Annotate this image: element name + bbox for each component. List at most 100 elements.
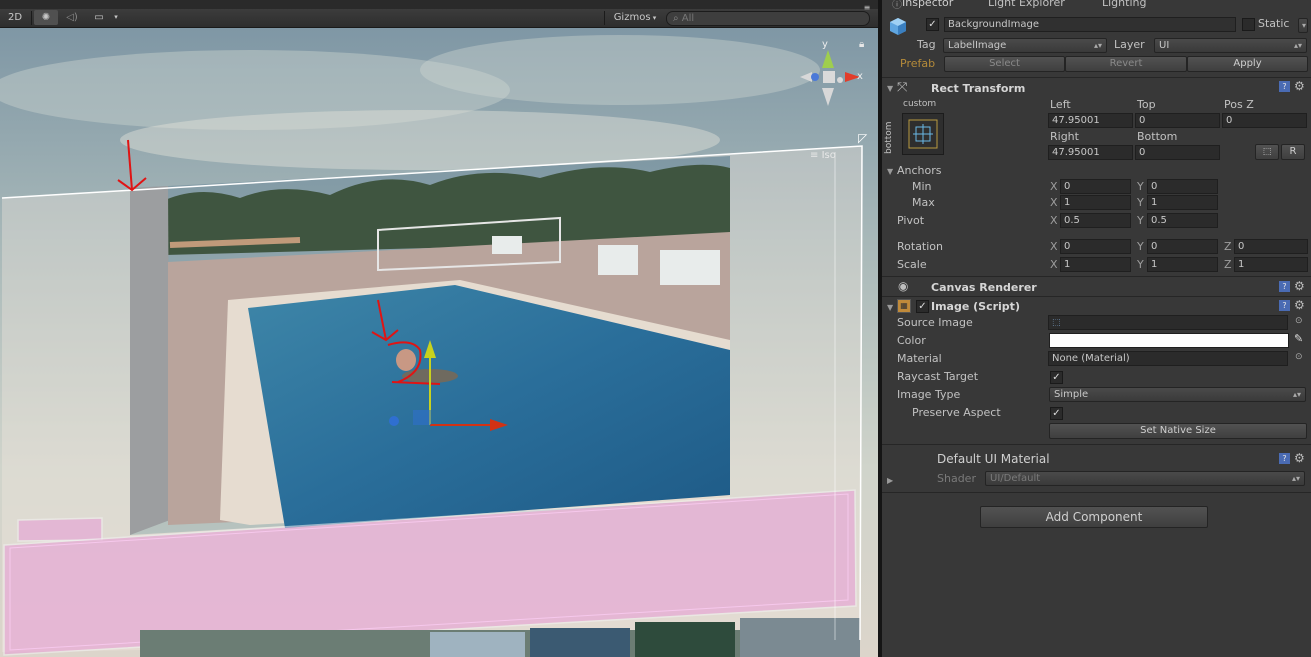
static-dropdown[interactable]: ▾ xyxy=(1298,18,1308,33)
bottom-field[interactable]: 0 xyxy=(1135,145,1220,160)
posz-field[interactable]: 0 xyxy=(1222,113,1307,128)
sprite-icon: ⬚ xyxy=(1052,318,1061,328)
eyedropper-icon[interactable]: ✎ xyxy=(1294,332,1303,345)
right-field[interactable]: 47.95001 xyxy=(1048,145,1133,160)
rotation-x-field[interactable]: 0 xyxy=(1060,239,1131,254)
anchors-label: Anchors xyxy=(897,164,942,177)
tab-inspector[interactable]: Inspector xyxy=(902,0,953,9)
anchor-preset-top-label: custom xyxy=(903,99,937,109)
prefab-apply-button[interactable]: Apply xyxy=(1187,56,1308,72)
min-y-field[interactable]: 0 xyxy=(1147,179,1218,194)
min-x-field[interactable]: 0 xyxy=(1060,179,1131,194)
pivot-y-field[interactable]: 0.5 xyxy=(1147,213,1218,228)
help-icon[interactable]: ? xyxy=(1279,81,1290,92)
effects-toggle-icon[interactable]: ▭ xyxy=(87,10,111,25)
inspector-tab-icon: ⓘ xyxy=(892,0,902,11)
divider xyxy=(882,444,1311,445)
object-picker-icon[interactable]: ⊙ xyxy=(1295,316,1303,326)
rotation-z-field[interactable]: 0 xyxy=(1234,239,1308,254)
raycast-checkbox[interactable]: ✓ xyxy=(1050,371,1063,384)
rect-transform-foldout-icon[interactable]: ▼ xyxy=(887,84,893,93)
gear-icon[interactable]: ⚙ xyxy=(1294,298,1305,312)
layer-label: Layer xyxy=(1114,38,1145,51)
gameobject-cube-icon xyxy=(888,16,908,36)
pivot-x-field[interactable]: 0.5 xyxy=(1060,213,1131,228)
object-name-field[interactable]: BackgroundImage xyxy=(944,17,1236,32)
scale-z-label: Z xyxy=(1224,258,1232,271)
color-swatch[interactable] xyxy=(1049,333,1289,348)
anchors-foldout-icon[interactable]: ▼ xyxy=(887,167,893,176)
scale-x-field[interactable]: 1 xyxy=(1060,257,1131,272)
lighting-toggle-icon[interactable]: ✺ xyxy=(34,10,58,25)
active-checkbox[interactable]: ✓ xyxy=(926,18,939,31)
add-component-button[interactable]: Add Component xyxy=(980,506,1208,528)
min-y-label: Y xyxy=(1137,180,1144,193)
layer-dropdown[interactable]: UI ▴▾ xyxy=(1154,38,1307,53)
image-foldout-icon[interactable]: ▼ xyxy=(887,303,893,312)
shader-label: Shader xyxy=(937,472,976,485)
prefab-revert-button[interactable]: Revert xyxy=(1065,56,1187,72)
tab-light-explorer[interactable]: Light Explorer xyxy=(988,0,1065,9)
scene-tab-strip xyxy=(0,0,878,9)
orientation-label: Iso xyxy=(821,150,836,161)
shader-foldout-icon[interactable]: ▶ xyxy=(887,476,893,485)
rotation-y-field[interactable]: 0 xyxy=(1147,239,1218,254)
static-checkbox[interactable] xyxy=(1242,18,1255,31)
gear-icon[interactable]: ⚙ xyxy=(1294,279,1305,293)
divider xyxy=(882,296,1311,297)
prefab-label: Prefab xyxy=(900,57,936,70)
layer-value: UI xyxy=(1159,40,1170,51)
blueprint-mode-button[interactable]: ⬚ xyxy=(1255,144,1279,160)
image-type-dropdown[interactable]: Simple ▴▾ xyxy=(1049,387,1306,402)
tab-lighting[interactable]: Lighting xyxy=(1102,0,1146,9)
set-native-size-button[interactable]: Set Native Size xyxy=(1049,423,1307,439)
image-component-icon: ▦ xyxy=(897,299,911,313)
audio-toggle-icon[interactable]: ◁) xyxy=(60,10,84,25)
canvas-renderer-title: Canvas Renderer xyxy=(931,281,1037,294)
raw-edit-button[interactable]: R xyxy=(1281,144,1305,160)
effects-dropdown-icon[interactable]: ▾ xyxy=(110,10,122,25)
material-preview-icon xyxy=(898,450,928,480)
cloud xyxy=(420,35,820,105)
tag-dropdown[interactable]: LabelImage ▴▾ xyxy=(943,38,1107,53)
source-image-label: Source Image xyxy=(897,316,973,329)
gear-icon[interactable]: ⚙ xyxy=(1294,79,1305,93)
min-x-label: X xyxy=(1050,180,1058,193)
mode-2d-button[interactable]: 2D xyxy=(2,10,28,25)
preserve-aspect-checkbox[interactable]: ✓ xyxy=(1050,407,1063,420)
gizmos-label: Gizmos xyxy=(613,12,651,23)
scene-canvas: y x 🔒︎ ◸ xyxy=(0,28,878,657)
axis-x-label: x xyxy=(857,71,863,82)
max-x-field[interactable]: 1 xyxy=(1060,195,1131,210)
help-icon[interactable]: ? xyxy=(1279,300,1290,311)
scale-z-field[interactable]: 1 xyxy=(1234,257,1308,272)
help-icon[interactable]: ? xyxy=(1279,453,1290,464)
scene-search-input[interactable]: ⌕ All xyxy=(666,11,870,26)
top-field[interactable]: 0 xyxy=(1135,113,1220,128)
max-x-label: X xyxy=(1050,196,1058,209)
scene-viewport[interactable]: y x 🔒︎ ◸ ≡ Iso xyxy=(0,28,878,657)
search-placeholder: All xyxy=(681,13,695,24)
help-icon[interactable]: ? xyxy=(1279,281,1290,292)
max-y-field[interactable]: 1 xyxy=(1147,195,1218,210)
pivot-y-label: Y xyxy=(1137,214,1144,227)
lock-icon[interactable]: 🔒︎ xyxy=(859,39,864,50)
orientation-mode[interactable]: ≡ Iso xyxy=(810,150,836,161)
max-label: Max xyxy=(912,196,935,209)
shader-dropdown[interactable]: UI/Default ▴▾ xyxy=(985,471,1305,486)
gizmos-dropdown[interactable]: Gizmos ▾ xyxy=(608,10,662,25)
scene-view[interactable]: 2D ✺ ◁) ▭ ▾ Gizmos ▾ ⌕ All ≡ y x 🔒︎ ◸ ≡ … xyxy=(0,0,878,657)
top-label: Top xyxy=(1137,98,1156,111)
material-field[interactable]: None (Material) xyxy=(1048,351,1288,366)
prefab-select-button[interactable]: Select xyxy=(944,56,1065,72)
panel-menu-icon[interactable]: ≡ xyxy=(860,0,874,15)
left-field[interactable]: 47.95001 xyxy=(1048,113,1133,128)
image-enabled-checkbox[interactable]: ✓ xyxy=(916,300,929,313)
object-picker-icon[interactable]: ⊙ xyxy=(1295,352,1303,362)
anchor-presets-button[interactable] xyxy=(902,113,944,155)
scale-y-field[interactable]: 1 xyxy=(1147,257,1218,272)
rotation-y-label: Y xyxy=(1137,240,1144,253)
source-image-field[interactable]: ⬚ xyxy=(1048,315,1288,330)
gear-icon[interactable]: ⚙ xyxy=(1294,451,1305,465)
corner-handle-icon[interactable]: ◸ xyxy=(858,131,868,145)
